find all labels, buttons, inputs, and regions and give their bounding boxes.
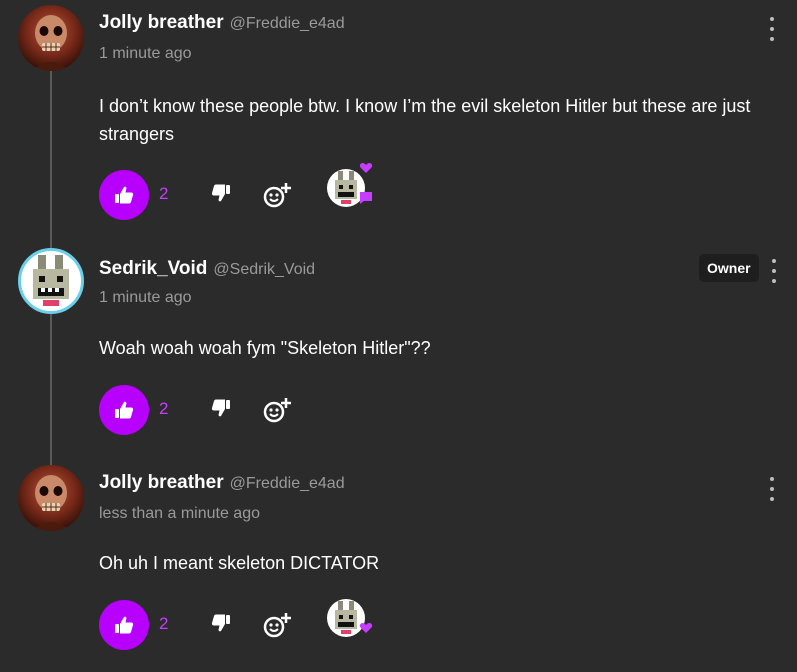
timestamp: 1 minute ago [99, 45, 192, 62]
author-line: Jolly breather @Freddie_e4ad [99, 12, 345, 34]
kebab-menu-icon[interactable] [766, 477, 778, 501]
thumbs-up-icon [115, 401, 134, 419]
thumbs-up-icon [115, 186, 134, 204]
comment-text: Oh uh I meant skeleton DICTATOR [99, 553, 380, 573]
skull-icon [32, 15, 70, 71]
comment: Jolly breather @Freddie_e4ad less than a … [0, 460, 797, 672]
dislike-button[interactable] [211, 614, 235, 638]
like-count: 2 [159, 614, 169, 633]
comment-actions: 2 [99, 163, 399, 220]
add-reaction-button[interactable] [262, 396, 292, 424]
add-reaction-button[interactable] [262, 181, 292, 209]
reaction[interactable] [319, 162, 375, 218]
heart-icon [359, 623, 373, 633]
avatar[interactable] [18, 248, 84, 314]
author-name[interactable]: Sedrik_Void [99, 258, 207, 279]
like-count: 2 [159, 184, 169, 203]
thumbs-down-icon [211, 614, 230, 632]
thumbs-up-icon [115, 616, 134, 634]
reaction[interactable] [319, 592, 375, 648]
like-button[interactable] [99, 170, 149, 220]
avatar[interactable] [18, 5, 84, 71]
author-line: Sedrik_Void @Sedrik_Void [99, 258, 315, 280]
comment-text: I don’t know these people btw. I know I’… [99, 96, 751, 144]
dislike-button[interactable] [211, 184, 235, 208]
heart-icon [359, 163, 373, 173]
owner-badge: Owner [699, 254, 759, 282]
add-reaction-icon [263, 398, 291, 423]
comment-actions: 2 [99, 599, 399, 650]
thumbs-down-icon [211, 399, 230, 417]
add-reaction-button[interactable] [262, 611, 292, 639]
timestamp: less than a minute ago [99, 505, 260, 522]
author-handle[interactable]: @Freddie_e4ad [230, 475, 345, 492]
author-line: Jolly breather @Freddie_e4ad [99, 472, 345, 494]
like-button[interactable] [99, 385, 149, 435]
thumbs-down-icon [211, 184, 230, 202]
skull-icon [32, 475, 70, 531]
comment-text: Woah woah woah fym "Skeleton Hitler"?? [99, 338, 431, 358]
dislike-button[interactable] [211, 399, 235, 423]
add-reaction-icon [263, 183, 291, 208]
kebab-menu-icon[interactable] [770, 259, 778, 283]
rabbit-icon [33, 255, 69, 306]
author-handle[interactable]: @Sedrik_Void [213, 261, 315, 278]
kebab-menu-icon[interactable] [766, 17, 778, 41]
author-handle[interactable]: @Freddie_e4ad [230, 15, 345, 32]
timestamp: 1 minute ago [99, 289, 192, 306]
add-reaction-icon [263, 613, 291, 638]
avatar[interactable] [18, 465, 84, 531]
like-button[interactable] [99, 600, 149, 650]
comment: Sedrik_Void @Sedrik_Void 1 minute ago Own… [0, 230, 797, 460]
like-count: 2 [159, 399, 169, 418]
comment: Jolly breather @Freddie_e4ad 1 minute ago… [0, 0, 797, 230]
chat-bubble-icon [360, 192, 372, 204]
author-name[interactable]: Jolly breather [99, 12, 224, 33]
author-name[interactable]: Jolly breather [99, 472, 224, 493]
comment-actions: 2 [99, 385, 399, 435]
